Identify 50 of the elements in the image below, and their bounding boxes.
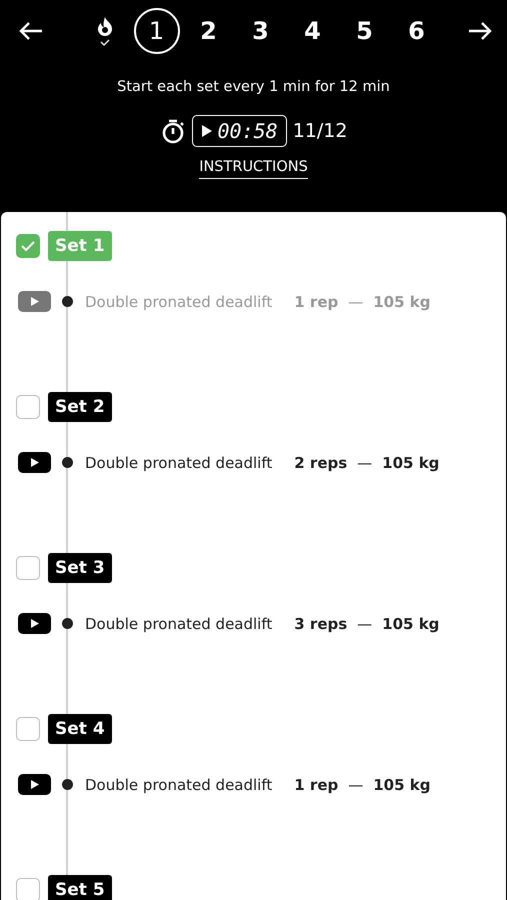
timeline-dot (62, 618, 73, 629)
separator-dash: — (348, 776, 364, 794)
separator-dash: — (348, 292, 364, 310)
video-play-button[interactable] (18, 452, 51, 473)
set-checkbox[interactable] (16, 556, 40, 580)
checkmark-icon (21, 240, 35, 252)
set-counter: 11/12 (292, 120, 348, 142)
round-tab[interactable]: 1 (134, 8, 180, 54)
video-play-button[interactable] (18, 774, 51, 795)
stopwatch-icon (160, 118, 186, 144)
weight-text: 105 kg (382, 614, 440, 632)
set-checkbox[interactable] (16, 717, 40, 741)
play-icon (30, 779, 40, 790)
round-tab[interactable]: 2 (186, 8, 232, 54)
reps-text: 1 rep (294, 776, 338, 794)
exercise-name: Double pronated deadlift (85, 292, 272, 310)
timeline-dot (62, 457, 73, 468)
separator-dash: — (357, 454, 372, 472)
round-tab[interactable]: 5 (342, 8, 388, 54)
set-checkbox[interactable] (16, 878, 40, 900)
exercise-name: Double pronated deadlift (85, 614, 272, 632)
play-icon (30, 457, 40, 468)
play-icon (200, 124, 212, 138)
interval-description: Start each set every 1 min for 12 min (116, 79, 391, 95)
set-checkbox[interactable] (16, 234, 40, 258)
weight-text: 105 kg (382, 454, 440, 472)
timer-button[interactable]: 00:58 (192, 115, 287, 147)
reps-text: 2 reps (294, 454, 348, 472)
timeline-dot (62, 779, 73, 790)
play-icon (30, 296, 40, 307)
video-play-button[interactable] (18, 613, 51, 634)
set-label: Set 4 (48, 714, 112, 744)
reps-text: 1 rep (294, 292, 338, 310)
weight-text: 105 kg (373, 292, 430, 310)
exercise-name: Double pronated deadlift (85, 454, 272, 472)
round-tab[interactable]: 6 (394, 8, 440, 54)
play-icon (30, 618, 40, 629)
round-tab[interactable]: 3 (238, 8, 284, 54)
set-label: Set 5 (48, 875, 112, 900)
set-label: Set 3 (48, 553, 112, 583)
timeline-dot (62, 296, 73, 307)
exercise-name: Double pronated deadlift (85, 776, 272, 794)
set-label: Set 2 (48, 392, 112, 422)
set-checkbox[interactable] (16, 395, 40, 419)
reps-text: 3 reps (294, 614, 348, 632)
set-label: Set 1 (48, 231, 112, 261)
instructions-link[interactable]: INSTRUCTIONS (199, 159, 308, 179)
weight-text: 105 kg (373, 776, 430, 794)
round-tab[interactable]: 4 (290, 8, 336, 54)
separator-dash: — (357, 614, 372, 632)
